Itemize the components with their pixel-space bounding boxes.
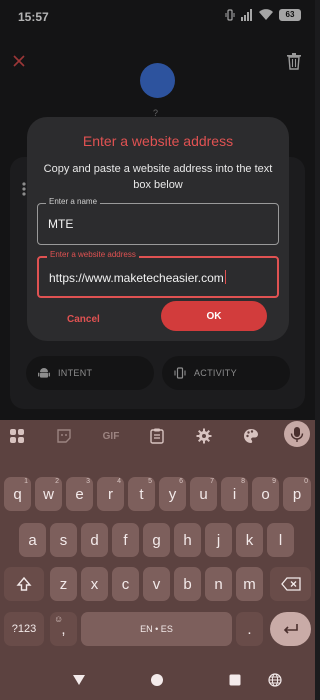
period-key[interactable]: .	[236, 612, 263, 646]
gif-icon[interactable]: GIF	[100, 427, 122, 445]
key-hint: 8	[241, 478, 245, 485]
emoji-icon: ☺	[54, 614, 64, 624]
key-c[interactable]: c	[112, 567, 139, 601]
ok-button[interactable]: OK	[161, 301, 267, 331]
settings-icon[interactable]	[195, 427, 213, 445]
dialog-message: Copy and paste a website address into th…	[43, 163, 273, 191]
symbols-key[interactable]: ?123	[4, 612, 44, 646]
key-w[interactable]: w2	[35, 477, 62, 511]
key-d[interactable]: d	[81, 523, 108, 557]
space-key[interactable]: EN • ES	[81, 612, 232, 646]
key-i[interactable]: i8	[221, 477, 248, 511]
shift-icon	[16, 576, 32, 591]
key-m[interactable]: m	[236, 567, 263, 601]
keyboard: GIF q1 w2 e3 r4 t5 y6 u7 i8 o9 p0 a s d …	[0, 420, 315, 660]
key-label: p	[292, 485, 302, 503]
key-o[interactable]: o9	[252, 477, 279, 511]
key-v[interactable]: v	[143, 567, 170, 601]
name-field-label: Enter a name	[46, 197, 101, 206]
key-z[interactable]: z	[50, 567, 77, 601]
name-field-value: MTE	[48, 217, 74, 231]
key-label: t	[139, 485, 144, 503]
text-caret	[224, 270, 226, 284]
key-r[interactable]: r4	[97, 477, 124, 511]
key-hint: 9	[272, 478, 276, 485]
backspace-icon	[280, 577, 301, 591]
back-icon[interactable]	[72, 674, 86, 686]
keyboard-toolbar: GIF	[0, 420, 315, 453]
clipboard-icon[interactable]	[148, 427, 166, 445]
key-label: e	[75, 485, 84, 503]
key-e[interactable]: e3	[66, 477, 93, 511]
key-label: r	[108, 485, 113, 503]
key-label: i	[232, 485, 237, 503]
key-a[interactable]: a	[19, 523, 46, 557]
dialog-title: Enter a website address	[82, 133, 234, 149]
key-label: u	[199, 485, 208, 503]
key-u[interactable]: u7	[190, 477, 217, 511]
grid-icon[interactable]	[8, 427, 26, 445]
navigation-bar	[0, 660, 315, 700]
key-t[interactable]: t5	[128, 477, 155, 511]
key-p[interactable]: p0	[283, 477, 311, 511]
sticker-icon[interactable]	[55, 427, 73, 445]
key-s[interactable]: s	[50, 523, 77, 557]
key-x[interactable]: x	[81, 567, 108, 601]
mic-icon	[290, 427, 304, 442]
key-hint: 3	[86, 478, 90, 485]
key-q[interactable]: q1	[4, 477, 31, 511]
shift-key[interactable]	[4, 567, 44, 601]
key-label: o	[261, 485, 270, 503]
key-hint: 5	[148, 478, 152, 485]
key-label: y	[168, 485, 177, 503]
mic-button[interactable]	[284, 421, 310, 447]
backspace-key[interactable]	[270, 567, 311, 601]
url-field-label: Enter a website address	[47, 250, 139, 259]
key-hint: 4	[117, 478, 121, 485]
key-h[interactable]: h	[174, 523, 201, 557]
key-g[interactable]: g	[143, 523, 170, 557]
key-j[interactable]: j	[205, 523, 232, 557]
enter-key[interactable]	[270, 612, 311, 646]
comma-key[interactable]: , ☺	[50, 612, 77, 646]
name-field[interactable]: Enter a name MTE	[37, 197, 279, 245]
url-field-value: https://www.maketecheasier.com	[49, 271, 224, 285]
recents-icon[interactable]	[229, 674, 241, 686]
url-field[interactable]: Enter a website address https://www.make…	[37, 250, 279, 298]
key-hint: 2	[55, 478, 59, 485]
palette-icon[interactable]	[242, 427, 260, 445]
key-n[interactable]: n	[205, 567, 232, 601]
key-label: w	[43, 485, 54, 503]
key-y[interactable]: y6	[159, 477, 186, 511]
key-hint: 6	[179, 478, 183, 485]
key-hint: 7	[210, 478, 214, 485]
home-icon[interactable]	[150, 673, 164, 687]
key-f[interactable]: f	[112, 523, 139, 557]
key-hint: 0	[304, 478, 308, 485]
enter-icon	[283, 624, 298, 634]
cancel-button[interactable]: Cancel	[67, 314, 100, 325]
key-b[interactable]: b	[174, 567, 201, 601]
key-hint: 1	[24, 478, 28, 485]
key-label: q	[13, 485, 22, 503]
key-k[interactable]: k	[236, 523, 263, 557]
globe-icon[interactable]	[268, 673, 282, 687]
key-l[interactable]: l	[267, 523, 294, 557]
website-dialog: Enter a website address Copy and paste a…	[27, 117, 289, 341]
url-field-value-wrap: https://www.maketecheasier.com	[49, 270, 226, 285]
